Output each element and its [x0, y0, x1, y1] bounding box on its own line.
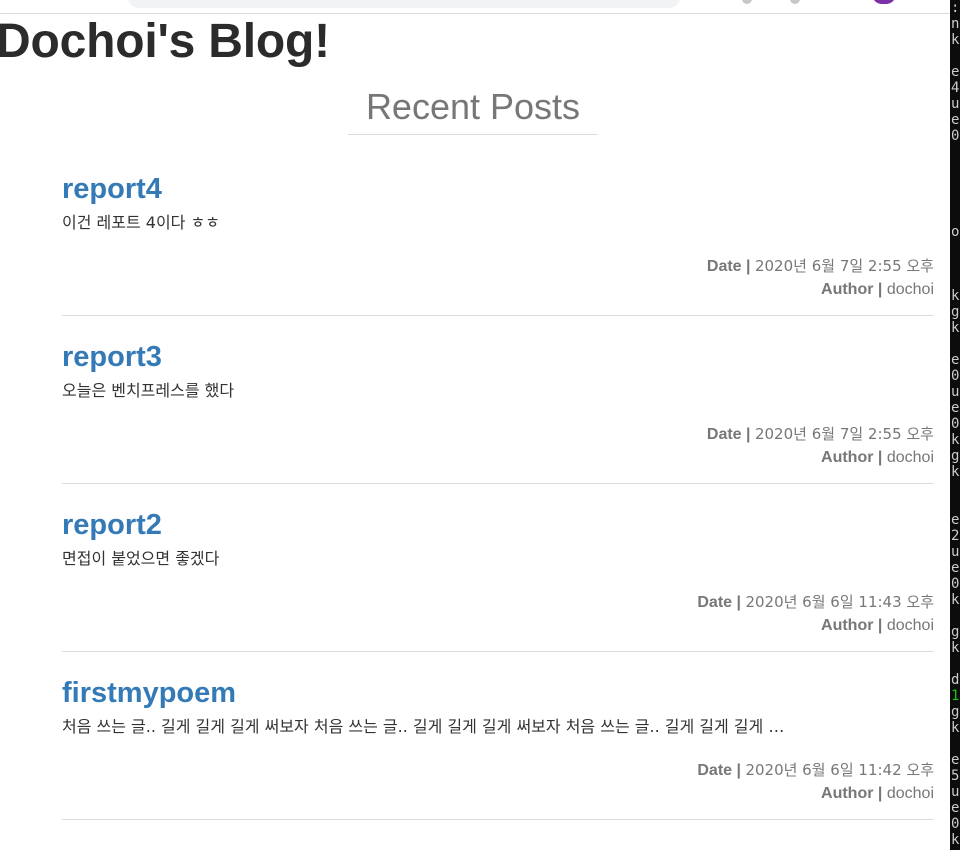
- post-date-row: Date | 2020년 6월 6일 11:43 오후: [697, 591, 934, 614]
- bookmark-icon[interactable]: [790, 0, 800, 4]
- terminal-window-edge: : nk e4ue0 o kgk e0ue0kgk e2ue0k gk d1gk…: [950, 0, 960, 850]
- post-title-link[interactable]: firstmypoem: [62, 664, 236, 711]
- meta-separator: |: [877, 785, 883, 802]
- extension-icon[interactable]: [742, 0, 752, 4]
- post-date: 2020년 6월 7일 2:55 오후: [754, 425, 934, 443]
- author-label: Author: [821, 617, 874, 634]
- post-author-row: Author | dochoi: [707, 446, 934, 469]
- meta-separator: |: [736, 762, 741, 779]
- post-meta: Date | 2020년 6월 7일 2:55 오후 Author | doch…: [707, 255, 934, 301]
- post-excerpt: 처음 쓰는 글.. 길게 길게 길게 써보자 처음 쓰는 글.. 길게 길게 길…: [62, 717, 785, 736]
- post-author-row: Author | dochoi: [697, 614, 934, 637]
- post-date: 2020년 6월 6일 11:43 오후: [745, 593, 934, 611]
- post-excerpt: 이건 레포트 4이다 ㅎㅎ: [62, 213, 220, 232]
- post-meta: Date | 2020년 6월 6일 11:42 오후 Author | doc…: [697, 759, 934, 805]
- post-author: dochoi: [886, 785, 934, 802]
- author-label: Author: [821, 449, 874, 466]
- site-title[interactable]: Dochoi's Blog!: [0, 14, 330, 69]
- date-label: Date: [706, 426, 742, 443]
- post-item: report3 오늘은 벤치프레스를 했다 Date | 2020년 6월 7일…: [62, 328, 934, 484]
- post-title-link[interactable]: report3: [62, 328, 162, 375]
- meta-separator: |: [877, 617, 883, 634]
- post-date-row: Date | 2020년 6월 7일 2:55 오후: [707, 255, 934, 278]
- post-meta: Date | 2020년 6월 6일 11:43 오후 Author | doc…: [697, 591, 934, 637]
- post-meta: Date | 2020년 6월 7일 2:55 오후 Author | doch…: [707, 423, 934, 469]
- address-bar[interactable]: [128, 0, 680, 8]
- author-label: Author: [821, 785, 874, 802]
- post-author-row: Author | dochoi: [707, 278, 934, 301]
- post-date: 2020년 6월 6일 11:42 오후: [745, 761, 934, 779]
- post-date-row: Date | 2020년 6월 7일 2:55 오후: [707, 423, 934, 446]
- post-author: dochoi: [886, 617, 934, 634]
- meta-separator: |: [877, 449, 883, 466]
- post-author: dochoi: [886, 281, 934, 298]
- post-date: 2020년 6월 7일 2:55 오후: [754, 257, 934, 275]
- date-label: Date: [697, 594, 733, 611]
- post-title-link[interactable]: report4: [62, 160, 162, 207]
- author-label: Author: [821, 281, 874, 298]
- post-author: dochoi: [886, 449, 934, 466]
- post-excerpt: 오늘은 벤치프레스를 했다: [62, 381, 235, 400]
- meta-separator: |: [746, 426, 751, 443]
- post-excerpt: 면접이 붙었으면 좋겠다: [62, 549, 220, 568]
- section-title: Recent Posts: [348, 86, 598, 135]
- post-author-row: Author | dochoi: [697, 782, 934, 805]
- post-item: firstmypoem 처음 쓰는 글.. 길게 길게 길게 써보자 처음 쓰는…: [62, 664, 934, 820]
- post-item: report4 이건 레포트 4이다 ㅎㅎ Date | 2020년 6월 7일…: [62, 160, 934, 316]
- profile-avatar-icon[interactable]: [872, 0, 896, 4]
- date-label: Date: [706, 258, 742, 275]
- post-title-link[interactable]: report2: [62, 496, 162, 543]
- meta-separator: |: [736, 594, 741, 611]
- meta-separator: |: [746, 258, 751, 275]
- post-list: report4 이건 레포트 4이다 ㅎㅎ Date | 2020년 6월 7일…: [62, 160, 934, 832]
- browser-top-bar: [0, 0, 950, 14]
- meta-separator: |: [877, 281, 883, 298]
- date-label: Date: [697, 762, 733, 779]
- post-date-row: Date | 2020년 6월 6일 11:42 오후: [697, 759, 934, 782]
- post-item: report2 면접이 붙었으면 좋겠다 Date | 2020년 6월 6일 …: [62, 496, 934, 652]
